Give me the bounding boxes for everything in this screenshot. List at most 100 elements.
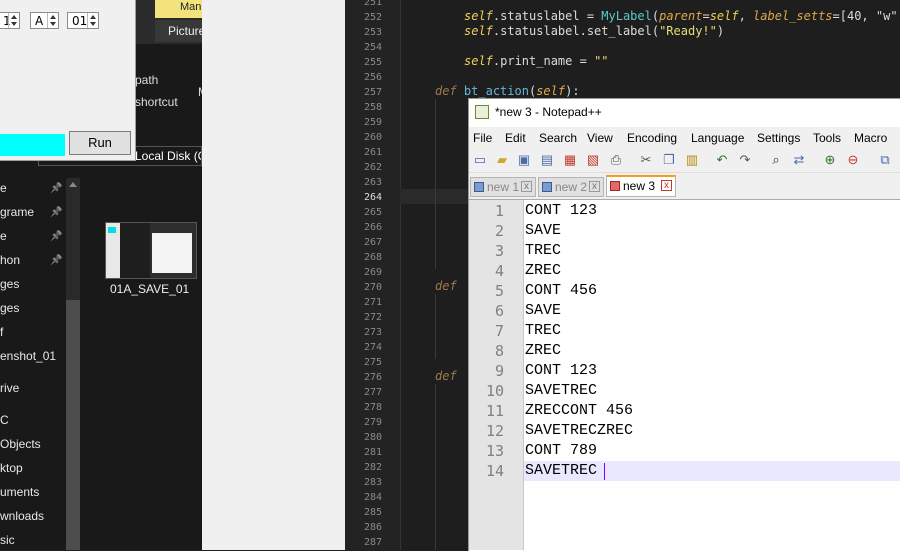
save-icon[interactable]: ▣: [516, 152, 532, 167]
close-all-icon[interactable]: ▧: [585, 152, 601, 167]
ribbon-tab-pictures[interactable]: Pictures: [155, 20, 211, 42]
scroll-up-arrow-icon[interactable]: [69, 182, 77, 187]
menu-edit[interactable]: Edit: [505, 131, 526, 145]
replace-icon[interactable]: ⇄: [791, 152, 807, 167]
pin-icon[interactable]: 📌: [50, 183, 62, 194]
nav-item[interactable]: hon: [0, 253, 20, 267]
file-thumbnail[interactable]: [105, 222, 197, 279]
editor-line[interactable]: CONT 456: [525, 282, 597, 299]
tab-new-2[interactable]: new 2 x: [538, 177, 604, 197]
editor-line[interactable]: ZRECCONT 456: [525, 402, 633, 419]
nav-item[interactable]: C: [0, 413, 9, 427]
print-icon[interactable]: ⎙: [608, 152, 624, 167]
code-line-252[interactable]: self.statuslabel = MyLabel(parent=self, …: [464, 9, 900, 23]
nav-item[interactable]: e: [0, 181, 7, 195]
code-line-number: 266: [363, 222, 382, 233]
ribbon-tab-manage[interactable]: Man: [155, 0, 202, 18]
new-file-icon[interactable]: ▭: [472, 152, 488, 167]
open-file-icon[interactable]: ▰: [494, 152, 510, 167]
nav-scrollbar-thumb[interactable]: [66, 300, 80, 550]
editor-line[interactable]: CONT 123: [525, 202, 597, 219]
menu-language[interactable]: Language: [691, 131, 744, 145]
find-icon[interactable]: ⌕: [768, 152, 784, 167]
cut-icon[interactable]: ✂: [638, 152, 654, 167]
tab-new-3[interactable]: new 3 x: [606, 175, 676, 197]
nav-item[interactable]: enshot_01: [0, 349, 56, 363]
nav-item[interactable]: Objects: [0, 437, 41, 451]
code-line-number: 257: [363, 87, 382, 98]
menu-encoding[interactable]: Encoding: [627, 131, 677, 145]
code-line-255[interactable]: self.print_name = "": [464, 54, 609, 68]
code-line-number: 263: [363, 177, 382, 188]
copy-icon[interactable]: ❐: [661, 152, 677, 167]
editor-line[interactable]: CONT 123: [525, 362, 597, 379]
nav-item[interactable]: e: [0, 229, 7, 243]
save-all-icon[interactable]: ▤: [539, 152, 555, 167]
nav-item[interactable]: sic: [0, 533, 15, 547]
code-line-number: 252: [363, 12, 382, 23]
zoom-out-icon[interactable]: ⊖: [845, 152, 861, 167]
pin-icon[interactable]: 📌: [50, 255, 62, 266]
code-line-number: 276: [363, 372, 382, 383]
redo-icon[interactable]: ↷: [737, 152, 753, 167]
close-icon[interactable]: x: [521, 181, 532, 192]
undo-icon[interactable]: ↶: [714, 152, 730, 167]
spinbox-letter[interactable]: A: [30, 12, 59, 29]
ribbon-copy-path[interactable]: path: [135, 73, 158, 87]
line-number: 11: [485, 402, 504, 420]
tab-new-1[interactable]: new 1 x: [470, 177, 536, 197]
line-number: 7: [494, 322, 504, 340]
editor-line[interactable]: SAVE: [525, 222, 561, 239]
code-line-number: 258: [363, 102, 382, 113]
nav-item[interactable]: ges: [0, 277, 19, 291]
menu-file[interactable]: File: [473, 131, 492, 145]
menu-search[interactable]: Search: [539, 131, 577, 145]
spinbox-number[interactable]: 1: [0, 12, 20, 29]
code-line-number: 254: [363, 42, 382, 53]
nav-item[interactable]: ktop: [0, 461, 23, 475]
editor-line[interactable]: ZREC: [525, 342, 561, 359]
sync-scroll-icon[interactable]: ⧉: [877, 152, 893, 167]
code-line-number: 265: [363, 207, 382, 218]
pin-icon[interactable]: 📌: [50, 231, 62, 242]
nav-item[interactable]: wnloads: [0, 509, 44, 523]
code-line-number: 282: [363, 462, 382, 473]
close-icon[interactable]: x: [661, 180, 672, 191]
editor-line[interactable]: TREC: [525, 242, 561, 259]
editor-line[interactable]: SAVETREC: [525, 462, 597, 479]
editor-line[interactable]: SAVETRECZREC: [525, 422, 633, 439]
line-number: 1: [494, 202, 504, 220]
close-icon[interactable]: x: [589, 181, 600, 192]
run-button[interactable]: Run: [69, 131, 131, 155]
editor-line[interactable]: ZREC: [525, 262, 561, 279]
pin-icon[interactable]: 📌: [50, 207, 62, 218]
menu-view[interactable]: View: [587, 131, 613, 145]
line-number: 9: [494, 362, 504, 380]
spin-arrows-icon[interactable]: [47, 13, 58, 28]
nav-item[interactable]: ges: [0, 301, 19, 315]
nav-item[interactable]: grame: [0, 205, 34, 219]
editor-line[interactable]: CONT 789: [525, 442, 597, 459]
file-name[interactable]: 01A_SAVE_01: [110, 282, 189, 296]
code-line-270[interactable]: def: [435, 279, 457, 293]
spin-arrows-icon[interactable]: [87, 13, 98, 28]
nav-item[interactable]: uments: [0, 485, 39, 499]
nav-item[interactable]: rive: [0, 381, 19, 395]
paste-icon[interactable]: ▥: [684, 152, 700, 167]
code-line-253[interactable]: self.statuslabel.set_label("Ready!"): [464, 24, 724, 38]
code-line-276[interactable]: def: [435, 369, 457, 383]
menu-tools[interactable]: Tools: [813, 131, 841, 145]
zoom-in-icon[interactable]: ⊕: [822, 152, 838, 167]
spin-arrows-icon[interactable]: [8, 13, 19, 28]
editor-line[interactable]: SAVE: [525, 302, 561, 319]
close-file-icon[interactable]: ▦: [562, 152, 578, 167]
editor-line[interactable]: SAVETREC: [525, 382, 597, 399]
spinbox-index[interactable]: 01: [67, 12, 99, 29]
code-line-number: 281: [363, 447, 382, 458]
code-line-257[interactable]: def bt_action(self):: [435, 84, 580, 98]
menu-macro[interactable]: Macro: [854, 131, 887, 145]
nav-item[interactable]: f: [0, 325, 3, 339]
ribbon-paste-shortcut[interactable]: shortcut: [135, 95, 178, 109]
editor-line[interactable]: TREC: [525, 322, 561, 339]
menu-settings[interactable]: Settings: [757, 131, 800, 145]
